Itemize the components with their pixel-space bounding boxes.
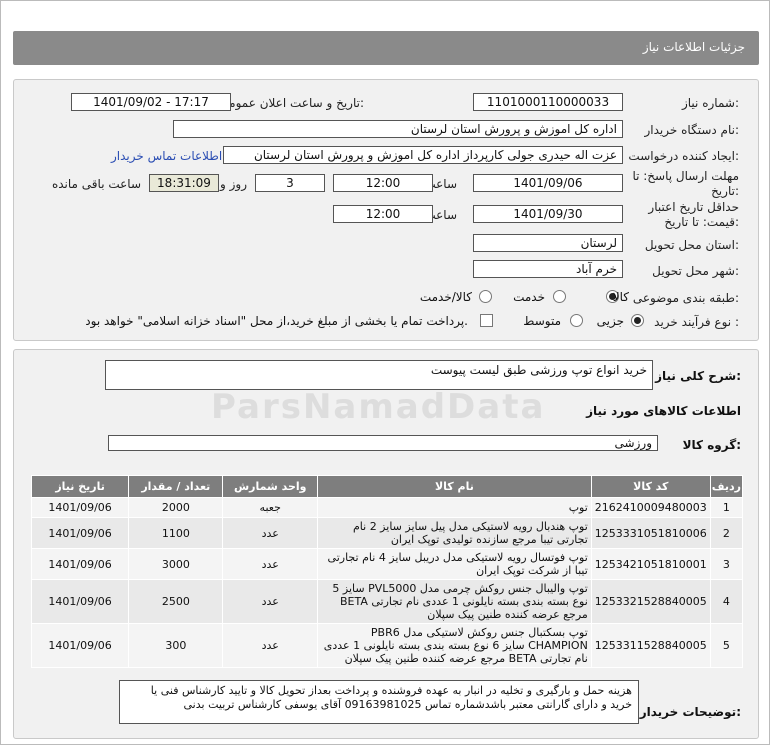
cell-date: 1401/09/06 xyxy=(30,497,130,518)
cell-date: 1401/09/06 xyxy=(30,517,130,549)
goods-group-field[interactable]: ورزشی xyxy=(108,435,658,451)
treasury-payment-note: پرداخت تمام یا بخشی از مبلغ خرید،از محل … xyxy=(85,314,468,328)
purchase-option-medium: متوسط xyxy=(523,314,561,328)
cell-code: 1253311528840005 xyxy=(590,623,711,668)
buyer-notes-label: توضیحات خریدار: xyxy=(639,705,741,719)
category-option-goods-service: کالا/خدمت xyxy=(419,290,472,304)
col-name: نام کالا xyxy=(317,475,592,498)
cell-row: 1 xyxy=(709,497,744,518)
need-number-label: شماره نیاز: xyxy=(681,96,739,110)
cell-row: 4 xyxy=(709,579,744,624)
city-label: شهر محل تحویل: xyxy=(652,264,739,278)
page-header: جزئیات اطلاعات نیاز xyxy=(13,31,759,65)
page-frame: جزئیات اطلاعات نیاز شماره نیاز: 11010001… xyxy=(0,0,770,745)
cell-unit: جعبه xyxy=(222,497,318,518)
need-number-field[interactable]: 1101000110000033 xyxy=(473,93,623,111)
cell-code: 1253331051810006 xyxy=(590,517,711,549)
cell-qty: 2500 xyxy=(128,579,224,624)
contact-buyer-link[interactable]: اطلاعات تماس خریدار xyxy=(111,149,222,163)
goods-table: ردیف کد کالا نام کالا واحد شمارش تعداد /… xyxy=(30,475,744,668)
col-row: ردیف xyxy=(709,475,744,498)
deadline-time-field[interactable]: 12:00 xyxy=(333,174,433,192)
cell-unit: عدد xyxy=(222,517,318,549)
cell-unit: عدد xyxy=(222,548,318,580)
category-option-service: خدمت xyxy=(513,290,545,304)
validity-label-text: حداقل تاریخ اعتبار قیمت: تا تاریخ: xyxy=(648,200,739,229)
announce-field[interactable]: 1401/09/02 - 17:17 xyxy=(71,93,231,111)
validity-time-field[interactable]: 12:00 xyxy=(333,205,433,223)
cell-unit: عدد xyxy=(222,623,318,668)
table-row: 4 1253321528840005 توپ والیبال جنس روکش … xyxy=(30,579,744,624)
cell-unit: عدد xyxy=(222,579,318,624)
treasury-payment-checkbox[interactable] xyxy=(480,314,493,327)
purchase-type-label: نوع فرآیند خرید : xyxy=(654,315,739,329)
category-label: طبقه بندی موضوعی: xyxy=(632,291,739,305)
cell-code: 2162410009480003 xyxy=(590,497,711,518)
page-title: جزئیات اطلاعات نیاز xyxy=(642,40,745,54)
announce-label: تاریخ و ساعت اعلان عمومی: xyxy=(219,96,364,110)
cell-qty: 300 xyxy=(128,623,224,668)
cell-date: 1401/09/06 xyxy=(30,579,130,624)
validity-label: حداقل تاریخ اعتبار قیمت: تا تاریخ: xyxy=(619,200,739,230)
buyer-notes-field[interactable]: هزینه حمل و بارگیری و تخلیه در انبار به … xyxy=(119,680,639,724)
cell-date: 1401/09/06 xyxy=(30,548,130,580)
deadline-label: مهلت ارسال پاسخ: تا تاریخ: xyxy=(619,169,739,199)
validity-date-field[interactable]: 1401/09/30 xyxy=(473,205,623,223)
table-row: 2 1253331051810006 توپ هندبال رویه لاستی… xyxy=(30,517,744,549)
province-label: استان محل تحویل: xyxy=(644,238,739,252)
col-date: تاریخ نیاز xyxy=(30,475,130,498)
remaining-time-field: 18:31:09 xyxy=(149,174,219,192)
cell-name: توپ هندبال رویه لاستیکی مدل پیل سایز سای… xyxy=(317,517,592,549)
cell-qty: 1100 xyxy=(128,517,224,549)
cell-name: توپ xyxy=(317,497,592,518)
table-row: 3 1253421051810001 توپ فوتسال رویه لاستی… xyxy=(30,548,744,580)
remaining-label: ساعت باقی مانده xyxy=(51,177,141,191)
days-label: روز و xyxy=(220,177,247,191)
days-field[interactable]: 3 xyxy=(255,174,325,192)
cell-code: 1253321528840005 xyxy=(590,579,711,624)
cell-row: 2 xyxy=(709,517,744,549)
cell-name: توپ فوتسال رویه لاستیکی مدل دریبل سایز 4… xyxy=(317,548,592,580)
cell-row: 3 xyxy=(709,548,744,580)
deadline-date-field[interactable]: 1401/09/06 xyxy=(473,174,623,192)
general-description-field[interactable]: خرید انواع توپ ورزشی طبق لیست پیوست xyxy=(105,360,653,390)
deadline-label-text: مهلت ارسال پاسخ: تا تاریخ: xyxy=(632,169,739,198)
col-code: کد کالا xyxy=(590,475,711,498)
cell-row: 5 xyxy=(709,623,744,668)
cell-code: 1253421051810001 xyxy=(590,548,711,580)
cell-qty: 2000 xyxy=(128,497,224,518)
cell-name: توپ والیبال جنس روکش چرمی مدل PVL5000 سا… xyxy=(317,579,592,624)
purchase-option-partial: جزیی xyxy=(596,314,624,328)
table-row: 5 1253311528840005 توپ بسکتبال جنس روکش … xyxy=(30,623,744,668)
purchase-radio-partial[interactable] xyxy=(631,314,644,327)
col-qty: تعداد / مقدار xyxy=(128,475,224,498)
category-option-goods: کالا xyxy=(612,290,629,304)
col-unit: واحد شمارش xyxy=(222,475,318,498)
table-row: 1 2162410009480003 توپ جعبه 2000 1401/09… xyxy=(30,497,744,518)
buyer-field[interactable]: اداره کل اموزش و پرورش استان لرستان xyxy=(173,120,623,138)
goods-table-header-row: ردیف کد کالا نام کالا واحد شمارش تعداد /… xyxy=(30,475,744,498)
cell-date: 1401/09/06 xyxy=(30,623,130,668)
creator-field[interactable]: عزت اله حیدری جولی کارپرداز اداره کل امو… xyxy=(223,146,623,164)
cell-qty: 3000 xyxy=(128,548,224,580)
creator-label: ایجاد کننده درخواست: xyxy=(628,149,739,163)
general-description-label: شرح کلی نیاز: xyxy=(655,369,741,383)
purchase-radio-medium[interactable] xyxy=(570,314,583,327)
category-radio-goods-service[interactable] xyxy=(479,290,492,303)
buyer-label: نام دستگاه خریدار: xyxy=(644,123,740,137)
cell-name: توپ بسکتبال جنس روکش لاستیکی مدل PBR6 CH… xyxy=(317,623,592,668)
city-field[interactable]: خرم آباد xyxy=(473,260,623,278)
province-field[interactable]: لرستان xyxy=(473,234,623,252)
goods-info-title: اطلاعات کالاهای مورد نیاز xyxy=(586,404,741,418)
goods-group-label: گروه کالا: xyxy=(682,438,741,452)
category-radio-service[interactable] xyxy=(553,290,566,303)
